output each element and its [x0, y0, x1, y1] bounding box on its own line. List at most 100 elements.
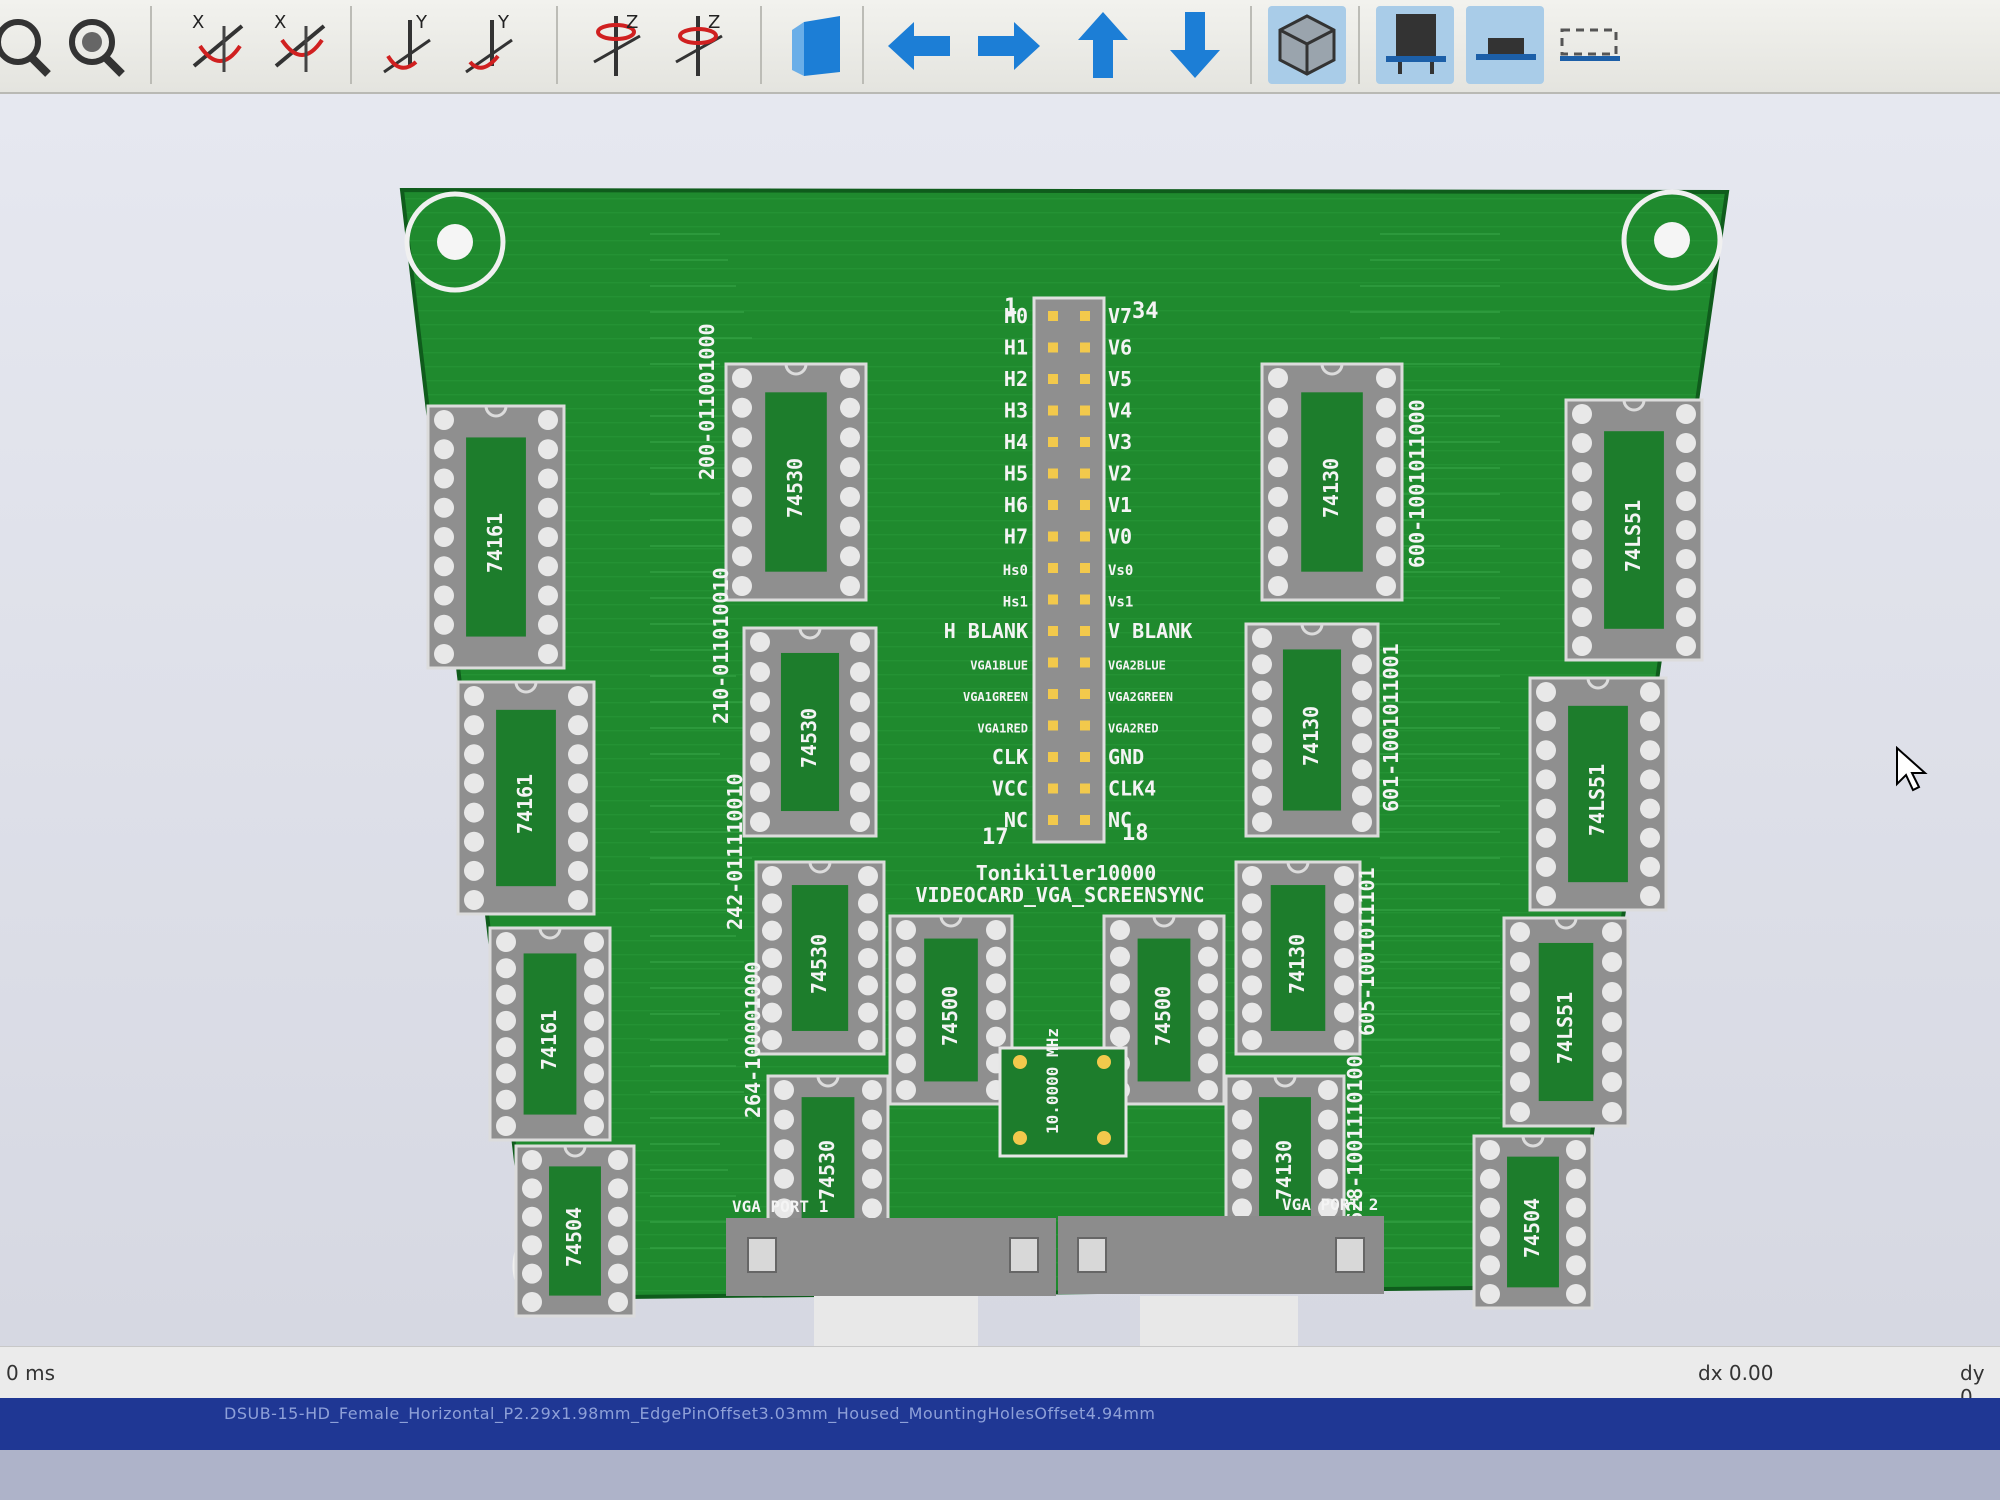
- ic-pin: [1640, 682, 1660, 702]
- rotate-y-ccw-button[interactable]: Y: [452, 6, 530, 84]
- ic-pin: [464, 860, 484, 881]
- ic-pin: [1510, 1042, 1530, 1062]
- ic-pin: [1566, 1140, 1586, 1160]
- connector-pin-label-right: V0: [1108, 525, 1132, 549]
- ic-pin: [1572, 433, 1592, 453]
- ic-pin: [840, 576, 860, 596]
- zoom-fit-button[interactable]: [58, 6, 136, 84]
- ic-pin: [862, 1168, 882, 1189]
- ic-socket: 74504: [514, 1144, 636, 1318]
- ic-pin: [750, 722, 770, 742]
- 3d-viewport[interactable]: 74161 74161 74161 74504 74530 74530 74530 74530…: [0, 94, 2000, 1346]
- svg-text:X: X: [274, 12, 286, 33]
- orthographic-cube-button[interactable]: [1268, 6, 1346, 84]
- ic-pin: [568, 831, 588, 852]
- ic-pin: [434, 527, 454, 547]
- oscillator-pad: [1097, 1055, 1111, 1069]
- ic-pin: [1334, 1030, 1354, 1050]
- ic-pin: [1232, 1139, 1252, 1160]
- ic-pin: [1536, 711, 1556, 732]
- ic-pin: [434, 410, 454, 430]
- ic-pin: [1376, 427, 1396, 448]
- ic-pin: [434, 585, 454, 606]
- move-down-button[interactable]: [1156, 6, 1234, 84]
- ic-pin: [762, 893, 782, 914]
- ic-socket: 74161: [426, 404, 566, 670]
- toolbar-separator: [556, 6, 558, 84]
- pin-number: 34: [1132, 299, 1159, 324]
- ic-pin: [434, 614, 454, 635]
- rotate-z-cw-button[interactable]: Z: [580, 6, 658, 84]
- header-pin: [1080, 500, 1090, 510]
- ic-pin: [986, 946, 1006, 967]
- ic-pin: [850, 692, 870, 712]
- connector-pin-label-left: VGA1RED: [977, 722, 1028, 736]
- address-label: 264-100001000: [741, 961, 765, 1118]
- flip-board-button[interactable]: [782, 6, 860, 84]
- ic-pin: [1676, 549, 1696, 569]
- ic-pin: [850, 722, 870, 742]
- ic-pin: [1242, 1030, 1262, 1050]
- ic-pin: [538, 527, 558, 547]
- ic-pin: [1676, 404, 1696, 424]
- flip-x-button[interactable]: X: [180, 6, 258, 84]
- ic-socket: 74130: [1244, 622, 1380, 838]
- flip-x-alt-icon: X: [274, 12, 326, 72]
- ic-pin: [862, 1198, 882, 1219]
- show-tht-button[interactable]: [1376, 6, 1454, 84]
- ic-pin: [538, 410, 558, 430]
- move-up-button[interactable]: [1064, 6, 1142, 84]
- ic-pin: [538, 468, 558, 489]
- header-pin: [1080, 437, 1090, 447]
- ic-socket: 74530: [742, 626, 878, 838]
- ic-socket: 74LS51: [1564, 398, 1704, 662]
- ic-pin: [862, 1109, 882, 1130]
- ic-pin: [1572, 636, 1592, 656]
- ic-pin: [1352, 680, 1372, 701]
- header-pin: [1048, 752, 1058, 762]
- ic-label: 74500: [1151, 986, 1175, 1046]
- ic-pin: [1110, 946, 1130, 967]
- ic-pin: [1536, 769, 1556, 790]
- show-smd-icon: [1476, 38, 1536, 60]
- ic-pin: [850, 812, 870, 832]
- ic-pin: [434, 468, 454, 489]
- ic-pin: [1334, 1002, 1354, 1023]
- rotate-y-cw-button[interactable]: Y: [370, 6, 448, 84]
- connector-pin-label-right: VGA2BLUE: [1108, 659, 1166, 673]
- header-pin: [1048, 720, 1058, 731]
- ic-pin: [750, 632, 770, 652]
- ic-pin: [1198, 1026, 1218, 1047]
- status-bar: 0 ms dx 0.00 dy 0: [0, 1346, 2000, 1409]
- header-pin: [1048, 311, 1058, 321]
- ic-pin: [1676, 462, 1696, 482]
- ic-pin: [584, 958, 604, 979]
- move-right-button[interactable]: [970, 6, 1048, 84]
- flip-x-alt-button[interactable]: X: [262, 6, 340, 84]
- show-smd-button[interactable]: [1466, 6, 1544, 84]
- ic-pin: [568, 773, 588, 794]
- ic-pin: [850, 752, 870, 772]
- ic-pin: [986, 1000, 1006, 1020]
- zoom-out-button[interactable]: [0, 6, 66, 84]
- ic-pin: [1536, 798, 1556, 819]
- connector-pin-label-left: H2: [1004, 367, 1028, 391]
- rotate-z-ccw-button[interactable]: Z: [662, 6, 740, 84]
- ic-pin: [1352, 812, 1372, 832]
- message-panel: DSUB-15-HD_Female_Horizontal_P2.29x1.98m…: [0, 1398, 2000, 1450]
- ic-pin: [584, 932, 604, 952]
- ic-pin: [1334, 866, 1354, 886]
- ic-pin: [496, 1116, 516, 1136]
- show-virtual-button[interactable]: [1550, 6, 1628, 84]
- ic-pin: [568, 802, 588, 823]
- move-left-button[interactable]: [880, 6, 958, 84]
- ic-pin: [538, 497, 558, 518]
- header-pin: [1048, 531, 1058, 542]
- taskbar-strip: [0, 1450, 2000, 1500]
- header-pin: [1048, 657, 1058, 668]
- ic-pin: [732, 576, 752, 596]
- header-pin: [1048, 342, 1058, 353]
- ic-pin: [1480, 1226, 1500, 1247]
- connector-pin-label-left: VCC: [992, 777, 1028, 801]
- connector-pin-label-right: V6: [1108, 336, 1132, 360]
